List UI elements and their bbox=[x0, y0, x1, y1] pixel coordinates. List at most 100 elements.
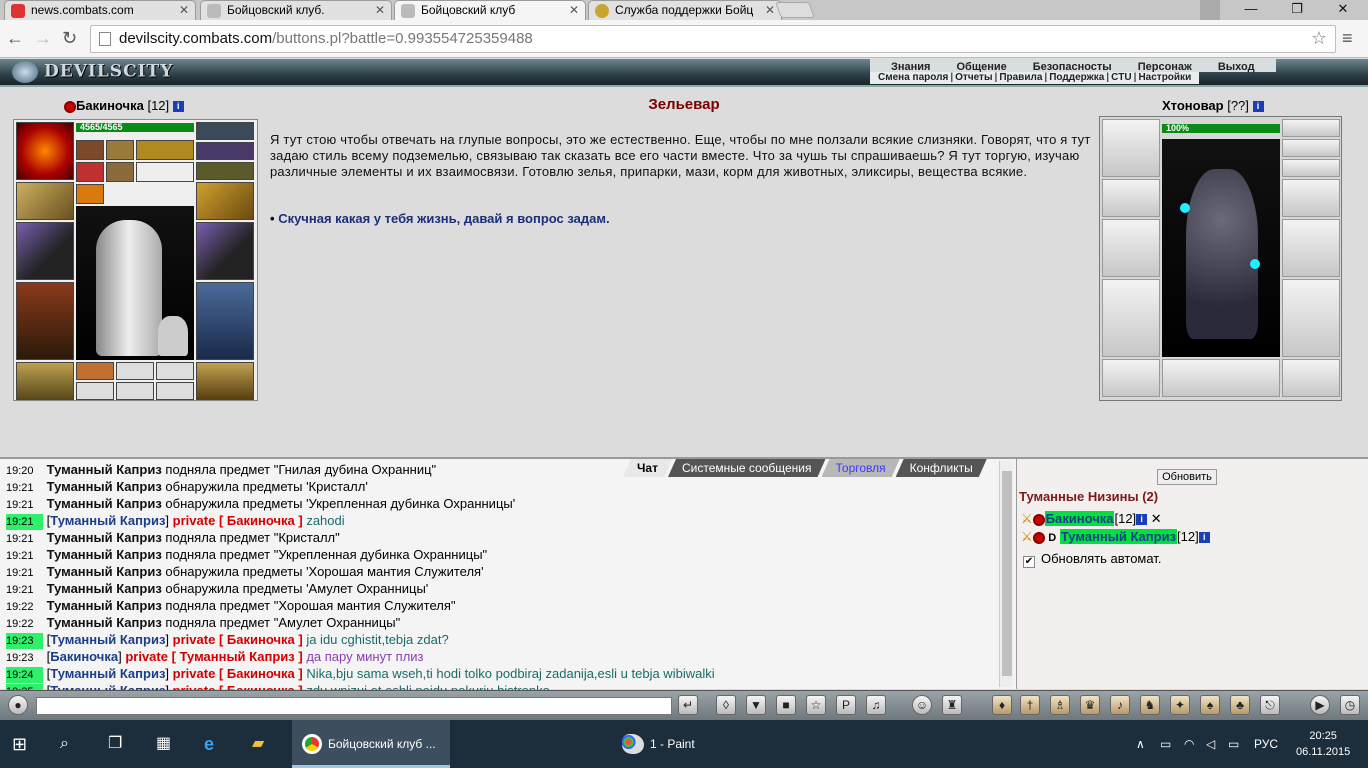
profile-icon[interactable] bbox=[1200, 0, 1220, 20]
helmet-slot[interactable] bbox=[16, 122, 74, 180]
info-icon[interactable]: i bbox=[1198, 532, 1210, 544]
submenu-rules[interactable]: Правила bbox=[999, 72, 1042, 83]
sound-icon[interactable]: ♫ bbox=[866, 695, 886, 715]
belt-item-slot[interactable] bbox=[136, 140, 194, 160]
scroll-icon[interactable]: ♪ bbox=[1110, 695, 1130, 715]
message-icon[interactable]: ▭ bbox=[1228, 720, 1239, 768]
rune-slot[interactable] bbox=[156, 382, 194, 400]
shield-icon[interactable]: ♛ bbox=[1080, 695, 1100, 715]
belt-item-slot[interactable] bbox=[76, 184, 104, 204]
info-icon[interactable]: i bbox=[1252, 101, 1264, 113]
tab-club-1[interactable]: Бойцовский клуб. ✕ bbox=[200, 0, 392, 20]
submenu-ctu[interactable]: CTU bbox=[1111, 72, 1132, 83]
windows-start-icon[interactable]: ⊞ bbox=[12, 720, 27, 768]
rune-slot[interactable] bbox=[116, 382, 154, 400]
belt-item-slot[interactable] bbox=[76, 140, 104, 160]
author-name[interactable]: Туманный Каприз bbox=[47, 564, 162, 579]
battery-icon[interactable]: ▭ bbox=[1160, 720, 1171, 768]
rune-slot[interactable] bbox=[76, 382, 114, 400]
game-logo[interactable]: DEVILSCITY bbox=[12, 61, 173, 83]
pl-icon[interactable]: P bbox=[836, 695, 856, 715]
menu-exit[interactable]: Выход bbox=[1205, 61, 1268, 74]
submenu-settings[interactable]: Настройки bbox=[1138, 72, 1191, 83]
close-icon[interactable]: ✕ bbox=[375, 3, 385, 17]
author-name[interactable]: Туманный Каприз bbox=[47, 462, 162, 477]
recipient-name[interactable]: Бакиночка bbox=[227, 632, 295, 647]
clan-emblem-icon[interactable] bbox=[1032, 513, 1045, 526]
minimize-button[interactable]: — bbox=[1228, 0, 1274, 20]
tab-news[interactable]: news.combats.com ✕ bbox=[4, 0, 196, 20]
taskbar-chrome[interactable]: Бойцовский клуб ... bbox=[292, 720, 450, 768]
language-indicator[interactable]: РУС bbox=[1254, 720, 1278, 768]
chat-input[interactable] bbox=[36, 697, 672, 715]
store-icon[interactable]: ▦ bbox=[156, 720, 171, 768]
author-name[interactable]: Туманный Каприз bbox=[47, 615, 162, 630]
ring-slot[interactable] bbox=[196, 162, 254, 180]
offhand-slot[interactable] bbox=[196, 222, 254, 280]
bag-icon[interactable]: ♣ bbox=[1230, 695, 1250, 715]
close-icon[interactable]: ✕ bbox=[569, 3, 579, 17]
timer-icon[interactable]: ◷ bbox=[1340, 695, 1360, 715]
member-name[interactable]: Туманный Каприз bbox=[1059, 529, 1178, 544]
belt-item-slot[interactable] bbox=[106, 140, 134, 160]
wifi-icon[interactable]: ◠ bbox=[1184, 720, 1194, 768]
send-icon[interactable]: ↵ bbox=[678, 695, 698, 715]
fighter-icon[interactable]: ☆ bbox=[806, 695, 826, 715]
exit-icon[interactable]: ⎋ bbox=[1260, 695, 1280, 715]
crossed-swords-icon[interactable]: ✕ bbox=[1151, 511, 1162, 526]
browser-menu-icon[interactable]: ≡ bbox=[1342, 28, 1353, 49]
close-icon[interactable]: ✕ bbox=[179, 3, 189, 17]
player-avatar[interactable] bbox=[76, 206, 194, 360]
author-name[interactable]: Туманный Каприз bbox=[47, 479, 162, 494]
chevron-up-icon[interactable]: ∧ bbox=[1136, 720, 1145, 768]
member-name[interactable]: Бакиночка bbox=[1044, 511, 1115, 526]
submenu-reports[interactable]: Отчеты bbox=[955, 72, 992, 83]
system-clock[interactable]: 20:25 06.11.2015 bbox=[1296, 728, 1350, 760]
ring-slot[interactable] bbox=[76, 362, 114, 380]
author-name[interactable]: Туманный Каприз bbox=[47, 598, 162, 613]
task-view-icon[interactable]: ❐ bbox=[108, 720, 122, 768]
recipient-name[interactable]: Туманный Каприз bbox=[180, 649, 295, 664]
opponent-name[interactable]: Хтоновар bbox=[1162, 98, 1224, 113]
author-name[interactable]: Туманный Каприз bbox=[47, 581, 162, 596]
author-name[interactable]: Туманный Каприз bbox=[50, 513, 165, 528]
author-name[interactable]: Туманный Каприз bbox=[47, 547, 162, 562]
reload-icon[interactable]: ↻ bbox=[62, 28, 77, 48]
necklace-slot[interactable] bbox=[16, 182, 74, 220]
dialog-option-text[interactable]: Скучная какая у тебя жизнь, давай я вопр… bbox=[278, 211, 609, 226]
belt-slot[interactable] bbox=[16, 362, 74, 400]
taskbar-paint[interactable]: 1 - Paint bbox=[612, 720, 772, 768]
eraser-icon[interactable]: ◊ bbox=[716, 695, 736, 715]
gloves-slot[interactable] bbox=[196, 182, 254, 220]
weapon-slot[interactable] bbox=[16, 222, 74, 280]
smile-icon[interactable]: ☺ bbox=[912, 695, 932, 715]
submenu-support[interactable]: Поддержка bbox=[1049, 72, 1104, 83]
tab-trade[interactable]: Торговля bbox=[822, 459, 900, 477]
legs-slot[interactable] bbox=[196, 282, 254, 360]
target-icon[interactable]: ✦ bbox=[1170, 695, 1190, 715]
ring-slot[interactable] bbox=[156, 362, 194, 380]
filter-icon[interactable]: ▼ bbox=[746, 695, 766, 715]
explorer-icon[interactable]: ▰ bbox=[252, 720, 264, 768]
belt-item-slot[interactable] bbox=[106, 162, 134, 182]
auto-refresh-checkbox[interactable]: ✔ bbox=[1023, 556, 1035, 568]
close-window-button[interactable]: ✕ bbox=[1320, 0, 1366, 20]
forward-arrow-icon[interactable]: → bbox=[34, 28, 52, 48]
sword-icon[interactable]: † bbox=[1020, 695, 1040, 715]
scrollbar-thumb[interactable] bbox=[1002, 471, 1012, 676]
tab-club-active[interactable]: Бойцовский клуб ✕ bbox=[394, 0, 586, 21]
edge-icon[interactable]: e bbox=[204, 720, 214, 768]
play-icon[interactable]: ▶ bbox=[1310, 695, 1330, 715]
boots-slot[interactable] bbox=[196, 362, 254, 400]
author-name[interactable]: Туманный Каприз bbox=[50, 632, 165, 647]
info-icon[interactable]: i bbox=[1136, 514, 1148, 526]
recipient-name[interactable]: Бакиночка bbox=[227, 513, 295, 528]
inventory-icon[interactable]: ♠ bbox=[1200, 695, 1220, 715]
dialog-option[interactable]: • Скучная какая у тебя жизнь, давай я во… bbox=[270, 211, 610, 226]
author-name[interactable]: Туманный Каприз bbox=[47, 496, 162, 511]
armor-slot[interactable] bbox=[16, 282, 74, 360]
helmet-icon[interactable]: ♜ bbox=[942, 695, 962, 715]
earrings-slot[interactable] bbox=[196, 122, 254, 140]
tab-support[interactable]: Служба поддержки Бойц ✕ bbox=[588, 0, 782, 20]
chat-scrollbar[interactable] bbox=[999, 461, 1013, 687]
